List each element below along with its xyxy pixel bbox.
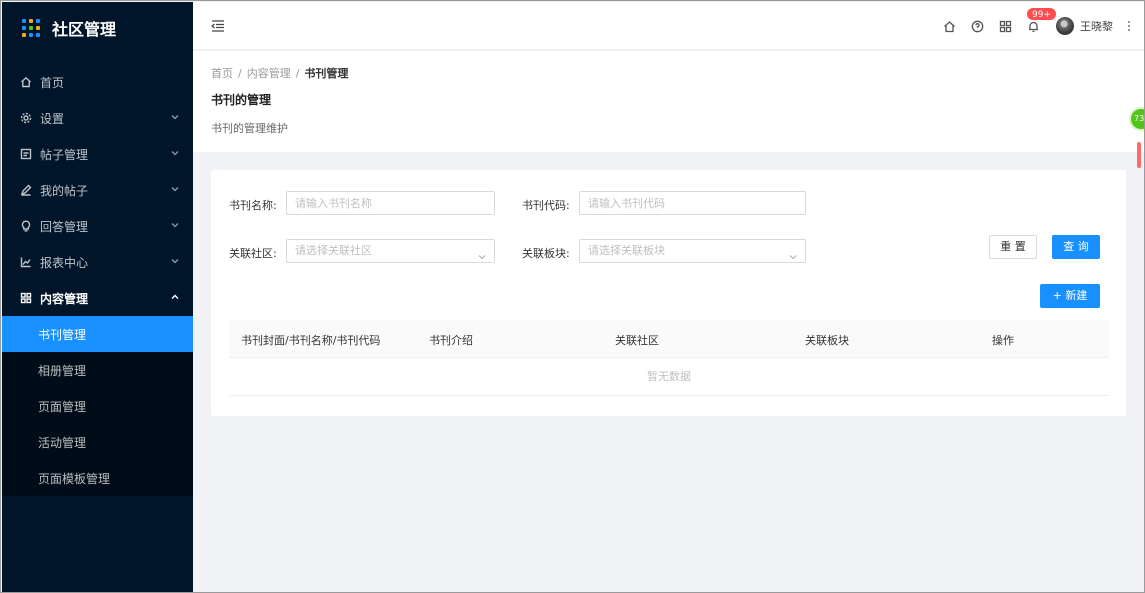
column-header-actions: 操作 [992,334,1014,347]
add-new-button[interactable]: + 新建 [1040,284,1100,308]
chevron-down-icon [478,247,486,260]
more-vertical-icon[interactable] [1127,19,1133,33]
column-header-intro: 书刊介绍 [429,334,473,347]
sidebar-item-settings[interactable]: 设置 [2,100,193,136]
edit-icon [20,184,32,196]
username[interactable]: 王晓黎 [1080,18,1113,34]
app-title: 社区管理 [52,20,117,39]
header-actions: 99+ 王晓黎 [928,2,1133,50]
breadcrumb-separator: / [295,67,300,80]
breadcrumb-current: 书刊管理 [304,67,349,80]
sidebar-item-label: 我的帖子 [40,183,89,198]
journal-code-input[interactable] [579,191,806,215]
help-icon[interactable] [970,19,984,33]
sidebar-item-label: 设置 [40,111,65,126]
journals-table: 书刊封面/书刊名称/书刊代码 书刊介绍 关联社区 关联板块 操作 暂无数据 [229,320,1109,396]
sidebar-subitem-pages[interactable]: 页面管理 [2,388,193,424]
chevron-down-icon [171,185,181,195]
scroll-indicator[interactable] [1137,142,1141,168]
home-icon [20,76,32,88]
table-header: 书刊封面/书刊名称/书刊代码 书刊介绍 关联社区 关联板块 操作 [229,320,1109,358]
chevron-down-icon [789,247,797,260]
breadcrumb-separator: / [238,67,242,80]
table-empty-state: 暂无数据 [229,358,1109,396]
notifications[interactable]: 99+ [1026,7,1057,33]
chevron-down-icon [171,149,181,159]
page-description: 书刊的管理维护 [211,122,288,135]
sidebar-item-content[interactable]: 内容管理 [2,280,193,316]
chevron-up-icon [171,293,181,303]
apps-icon[interactable] [998,19,1012,33]
sidebar-item-posts[interactable]: 帖子管理 [2,136,193,172]
app-logo[interactable]: 社区管理 [2,2,193,54]
sidebar-item-label: 回答管理 [40,219,89,234]
sidebar-subitem-page-templates[interactable]: 页面模板管理 [2,460,193,496]
community-label: 关联社区: [229,247,277,260]
sidebar-item-reports[interactable]: 报表中心 [2,244,193,280]
breadcrumb-content[interactable]: 内容管理 [247,67,291,80]
appstore-icon [20,292,32,304]
sidebar-item-label: 首页 [40,75,65,90]
sidebar-item-label: 报表中心 [40,255,89,270]
page-title: 书刊的管理 [211,93,272,107]
menu-fold-icon[interactable] [211,19,225,33]
section-label: 关联板块: [522,247,570,260]
content-submenu: 书刊管理 相册管理 页面管理 活动管理 页面模板管理 [2,316,193,496]
sidebar-item-home[interactable]: 首页 [2,64,193,100]
post-icon [20,148,32,160]
settings-icon [20,112,32,124]
home-icon[interactable] [942,19,956,33]
breadcrumb: 首页 / 内容管理 / 书刊管理 [211,65,1127,81]
community-select-placeholder: 请选择关联社区 [295,244,372,257]
sidebar-subitem-journals[interactable]: 书刊管理 [2,316,193,352]
journal-name-label: 书刊名称: [229,199,277,212]
sidebar-menu: 首页 设置 帖子管理 我的帖子 回答管理 报表中心 内容管理 [2,64,193,316]
line-chart-icon [20,256,32,268]
notification-badge: 99+ [1026,7,1057,21]
app-frame: 社区管理 首页 设置 帖子管理 我的帖子 回答管理 报表中心 内容管理 书刊管理… [0,0,1145,593]
reset-button[interactable]: 重 置 [989,235,1037,259]
bulb-icon [20,220,32,232]
chevron-down-icon [171,113,181,123]
column-header-section: 关联板块 [805,334,849,347]
breadcrumb-home[interactable]: 首页 [211,67,233,80]
sidebar-item-my-posts[interactable]: 我的帖子 [2,172,193,208]
column-header-community: 关联社区 [615,334,659,347]
sidebar-subitem-albums[interactable]: 相册管理 [2,352,193,388]
section-select[interactable]: 请选择关联板块 [579,239,806,263]
community-select[interactable]: 请选择关联社区 [286,239,495,263]
journal-name-input[interactable] [286,191,495,215]
chevron-down-icon [171,257,181,267]
query-button[interactable]: 查 询 [1052,235,1100,259]
search-card: 书刊名称: 书刊代码: 关联社区: 请选择关联社区 关联板块: 请选择关联板块 … [211,170,1126,416]
column-header-cover-name-code: 书刊封面/书刊名称/书刊代码 [241,334,381,347]
avatar[interactable] [1056,17,1074,35]
sidebar-item-label: 帖子管理 [40,147,89,162]
sidebar: 社区管理 首页 设置 帖子管理 我的帖子 回答管理 报表中心 内容管理 书刊管理… [2,2,193,592]
section-select-placeholder: 请选择关联板块 [588,244,665,257]
top-header: 99+ 王晓黎 [193,2,1144,50]
sidebar-item-answers[interactable]: 回答管理 [2,208,193,244]
page-header: 首页 / 内容管理 / 书刊管理 书刊的管理 书刊的管理维护 [193,51,1144,152]
sidebar-item-label: 内容管理 [40,291,89,306]
logo-grid-icon [22,19,40,37]
sidebar-subitem-activities[interactable]: 活动管理 [2,424,193,460]
journal-code-label: 书刊代码: [522,199,570,212]
chevron-down-icon [171,221,181,231]
